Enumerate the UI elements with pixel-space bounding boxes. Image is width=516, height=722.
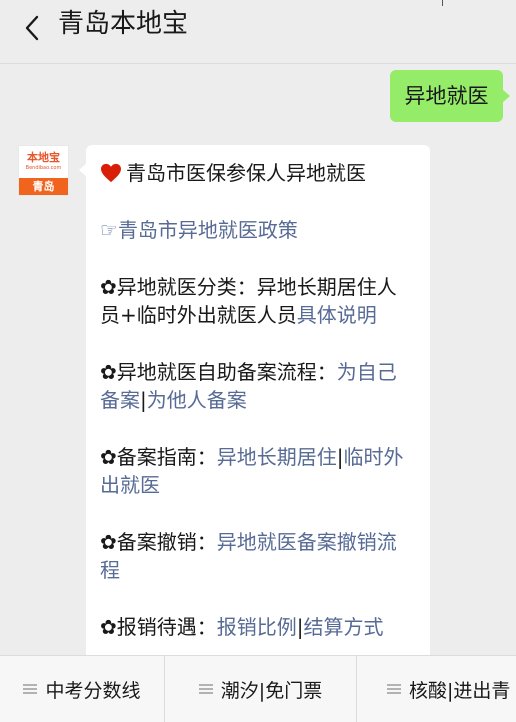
guide-line-2: 出就医	[100, 471, 416, 499]
avatar-city-text: 青岛	[19, 178, 68, 195]
bottom-menu-bar: 中考分数线 潮汐|免门票 核酸|进出青	[0, 655, 516, 722]
user-message-bubble[interactable]: 异地就医	[390, 70, 510, 122]
message-title: 青岛市医保参保人异地就医	[126, 161, 366, 185]
flower-bullet-icon: ✿	[100, 360, 117, 384]
avatar[interactable]: 本地宝 Bendibao.com 青岛	[18, 145, 69, 196]
bottom-menu-label: 中考分数线	[45, 679, 141, 702]
bot-message-bubble: 青岛市医保参保人异地就医 ☞青岛市异地就医政策 ✿异地就医分类：异地长期居住人 …	[79, 145, 430, 665]
self-filing-line-2: 备案|为他人备案	[100, 386, 416, 414]
link-separator: |	[296, 615, 304, 639]
menu-icon	[198, 683, 213, 695]
temporary-medical-link-part1[interactable]: 临时外	[344, 445, 404, 469]
policy-link[interactable]: 青岛市异地就医政策	[118, 218, 298, 242]
cancel-line-1: ✿备案撤销：异地就医备案撤销流	[100, 528, 416, 556]
pointing-hand-icon: ☞	[100, 218, 118, 242]
self-filing-link-part2[interactable]: 备案	[100, 388, 140, 412]
category-detail-link[interactable]: 具体说明	[297, 303, 377, 327]
reimburse-ratio-link[interactable]: 报销比例	[217, 615, 297, 639]
category-label-part1: 异地就医分类：异地长期居住人	[116, 275, 397, 299]
chat-title: 青岛本地宝	[58, 9, 189, 39]
reimburse-line: ✿报销待遇：报销比例|结算方式	[100, 613, 416, 641]
avatar-url-text: Bendibao.com	[25, 165, 62, 171]
others-filing-link[interactable]: 为他人备案	[147, 388, 247, 412]
avatar-brand-text: 本地宝	[27, 151, 60, 164]
bottom-menu-item-exam-scores[interactable]: 中考分数线	[0, 656, 165, 722]
category-label-part2: 员+临时外出就医人员	[100, 303, 297, 327]
menu-icon	[23, 683, 38, 695]
header-divider	[442, 0, 443, 6]
reimburse-label: 报销待遇：	[116, 615, 217, 639]
cancel-filing-link-part1[interactable]: 异地就医备案撤销流	[217, 530, 397, 554]
bottom-menu-label: 核酸|进出青	[409, 679, 511, 702]
flower-bullet-icon: ✿	[100, 445, 117, 469]
cancel-line-2: 程	[100, 556, 416, 584]
long-term-residence-link[interactable]: 异地长期居住	[217, 445, 337, 469]
category-line-1: ✿异地就医分类：异地长期居住人	[100, 273, 416, 301]
heart-icon	[101, 163, 121, 183]
cancel-label: 备案撤销：	[116, 530, 217, 554]
flower-bullet-icon: ✿	[100, 530, 117, 554]
link-separator: |	[336, 445, 344, 469]
bottom-menu-label: 潮汐|免门票	[220, 679, 323, 702]
guide-line-1: ✿备案指南：异地长期居住|临时外	[100, 443, 416, 471]
message-title-line: 青岛市医保参保人异地就医	[100, 159, 416, 187]
self-filing-label: 异地就医自助备案流程：	[116, 360, 337, 384]
menu-icon	[387, 683, 401, 695]
policy-line: ☞青岛市异地就医政策	[100, 216, 416, 244]
cancel-filing-link-part2[interactable]: 程	[100, 558, 120, 582]
bottom-menu-item-covid-test[interactable]: 核酸|进出青	[357, 656, 516, 722]
settlement-method-link[interactable]: 结算方式	[304, 615, 384, 639]
temporary-medical-link-part2[interactable]: 出就医	[100, 473, 160, 497]
flower-bullet-icon: ✿	[100, 615, 117, 639]
flower-bullet-icon: ✿	[100, 275, 117, 299]
chat-header: 青岛本地宝	[0, 0, 516, 64]
bottom-menu-item-tide-tickets[interactable]: 潮汐|免门票	[165, 656, 357, 722]
chevron-left-icon	[25, 15, 39, 41]
self-filing-link-part1[interactable]: 为自己	[337, 360, 397, 384]
link-separator: |	[140, 388, 147, 412]
back-button[interactable]	[14, 10, 50, 46]
category-line-2: 员+临时外出就医人员具体说明	[100, 301, 416, 329]
self-filing-line-1: ✿异地就医自助备案流程：为自己	[100, 358, 416, 386]
avatar-logo-area: 本地宝 Bendibao.com	[19, 146, 68, 178]
guide-label: 备案指南：	[116, 445, 217, 469]
